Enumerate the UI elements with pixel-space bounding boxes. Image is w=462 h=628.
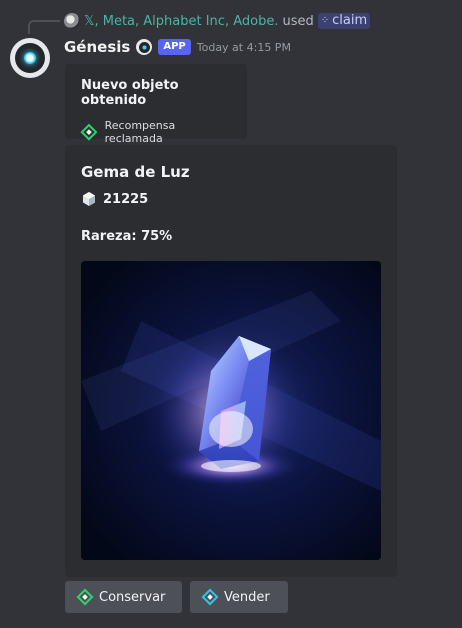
blue-diamond-icon	[201, 588, 219, 606]
command-name: claim	[332, 13, 368, 28]
green-diamond-icon	[76, 588, 94, 606]
keep-button-label: Conservar	[99, 589, 166, 605]
status-row: Recompensa reclamada	[80, 119, 231, 145]
bot-badge-icon	[136, 39, 153, 55]
reply-usernames[interactable]: 𝕏, Meta, Alphabet Inc, Adobe.	[84, 14, 278, 29]
slash-command-icon: ⁘	[320, 15, 330, 26]
notice-embed: Nuevo objeto obtenido Recompensa reclama…	[65, 64, 247, 145]
app-tag: APP	[158, 39, 191, 55]
sell-button[interactable]: Vender	[190, 581, 288, 613]
reply-context: 𝕏, Meta, Alphabet Inc, Adobe. used ⁘ cla…	[64, 12, 371, 30]
bot-avatar[interactable]	[10, 38, 50, 78]
keep-button[interactable]: Conservar	[65, 581, 182, 613]
command-mention[interactable]: ⁘ claim	[317, 13, 371, 29]
item-rarity: Rareza: 75%	[81, 229, 173, 244]
crystal-gem-image[interactable]	[81, 261, 381, 560]
timestamp[interactable]: Today at 4:15 PM	[197, 41, 291, 54]
reply-user-avatar[interactable]	[64, 13, 80, 29]
status-text: Recompensa reclamada	[104, 119, 176, 145]
message-header: Génesis APP Today at 4:15 PM	[64, 37, 291, 57]
price-row: 21225	[81, 191, 381, 207]
reply-used-text: used	[282, 13, 314, 29]
item-price: 21225	[103, 191, 149, 207]
username[interactable]: Génesis	[64, 38, 130, 56]
reply-connector	[28, 20, 60, 34]
item-embed: Gema de Luz 21225 Rareza: 75%	[65, 145, 397, 577]
item-title: Gema de Luz	[81, 163, 190, 181]
green-diamond-icon	[80, 123, 98, 141]
sell-button-label: Vender	[224, 589, 270, 605]
gem-currency-icon	[81, 191, 97, 207]
notice-title: Nuevo objeto obtenido	[81, 78, 179, 108]
